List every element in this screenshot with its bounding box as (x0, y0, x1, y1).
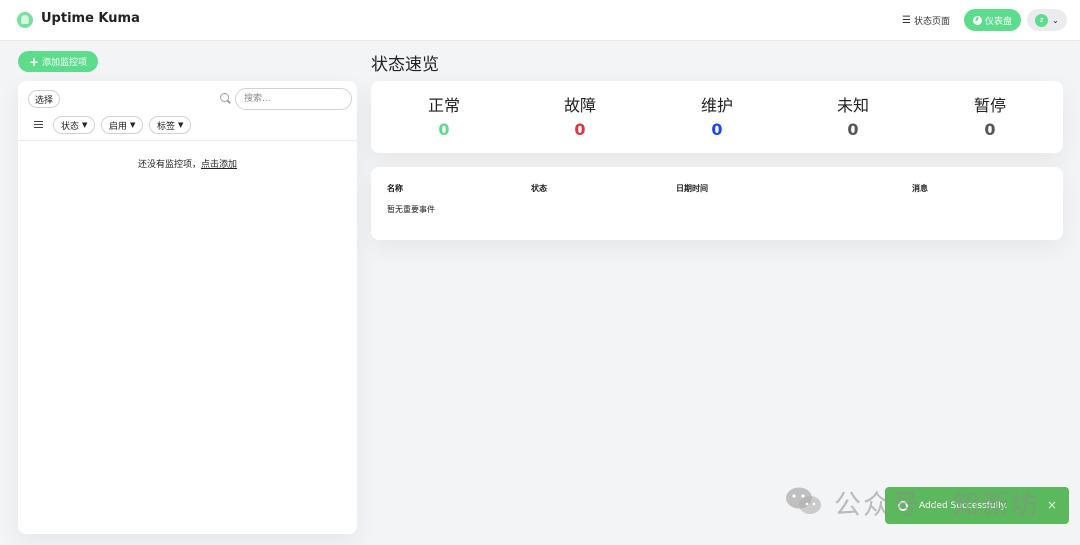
add-monitor-button[interactable]: + 添加监控项 (18, 51, 98, 72)
dashboard-button[interactable]: 仪表盘 (964, 9, 1021, 31)
stat-label: 暂停 (973, 96, 1006, 115)
column-header-datetime: 日期时间 (676, 184, 708, 193)
column-header-name: 名称 (387, 184, 403, 193)
search-icon (220, 93, 229, 102)
chevron-down-icon: ▼ (130, 121, 136, 129)
filter-tags-label: 标签 (157, 121, 176, 132)
watermark-text: 公众号 · 知新坊 (834, 490, 1040, 521)
empty-text: 还没有监控项， (137, 160, 201, 170)
chevron-down-icon: ⌄ (1052, 15, 1059, 25)
stat-label: 正常 (427, 96, 460, 115)
plus-icon: + (28, 54, 40, 69)
app-title[interactable]: Uptime Kuma (41, 11, 140, 26)
dashboard-label: 仪表盘 (984, 16, 1012, 27)
stat-label: 维护 (700, 96, 733, 115)
chevron-down-icon: ▼ (82, 121, 88, 129)
stat-value: 0 (574, 120, 586, 139)
search-input[interactable] (235, 88, 352, 110)
stat-value: 0 (847, 120, 859, 139)
add-monitor-link[interactable]: 点击添加 (201, 160, 237, 170)
uptime-kuma-logo-icon[interactable] (17, 12, 33, 28)
column-header-message: 消息 (912, 184, 928, 193)
chevron-down-icon: ▼ (178, 121, 184, 129)
page-title: 状态速览 (371, 55, 439, 75)
select-button[interactable]: 选择 (28, 90, 61, 108)
column-header-status: 状态 (531, 184, 547, 193)
stat-maintenance: 维护 0 (657, 92, 777, 139)
status-page-label: 状态页面 (913, 17, 950, 27)
stat-label: 故障 (563, 96, 596, 115)
close-icon[interactable]: × (1047, 498, 1057, 512)
no-events-text: 暂无重要事件 (387, 205, 435, 214)
quick-stats-card: 正常 0 故障 0 维护 0 未知 0 暂停 0 (371, 81, 1063, 153)
stat-label: 未知 (836, 96, 869, 115)
stat-value: 0 (711, 120, 723, 139)
stat-down: 故障 0 (520, 92, 640, 139)
stat-unknown: 未知 0 (793, 92, 913, 139)
filter-active[interactable]: 启用 ▼ (101, 116, 144, 134)
status-page-link[interactable]: ☰ 状态页面 (902, 14, 950, 27)
stat-value: 0 (984, 120, 996, 139)
divider (18, 140, 357, 141)
monitor-list-panel: 选择 状态 ▼ 启用 ▼ 标签 ▼ 还没有监控项，点击添加 (18, 81, 357, 534)
filter-list-icon[interactable] (34, 121, 43, 128)
filter-active-label: 启用 (109, 121, 128, 132)
stat-value: 0 (438, 120, 450, 139)
add-monitor-label: 添加监控项 (42, 58, 88, 68)
important-events-table: 名称 状态 日期时间 消息 暂无重要事件 (371, 167, 1063, 240)
top-navbar: Uptime Kuma ☰ 状态页面 仪表盘 z ⌄ (0, 0, 1080, 41)
empty-monitor-message: 还没有监控项，点击添加 (18, 157, 357, 170)
wechat-icon (786, 487, 821, 514)
filter-status-label: 状态 (61, 121, 80, 132)
list-icon: ☰ (902, 15, 911, 26)
avatar: z (1035, 13, 1049, 27)
filter-status[interactable]: 状态 ▼ (53, 116, 96, 134)
stat-paused: 暂停 0 (930, 92, 1050, 139)
filter-tags[interactable]: 标签 ▼ (149, 116, 192, 134)
gauge-icon (972, 15, 982, 25)
profile-dropdown[interactable]: z ⌄ (1027, 9, 1067, 31)
stat-up: 正常 0 (384, 92, 504, 139)
